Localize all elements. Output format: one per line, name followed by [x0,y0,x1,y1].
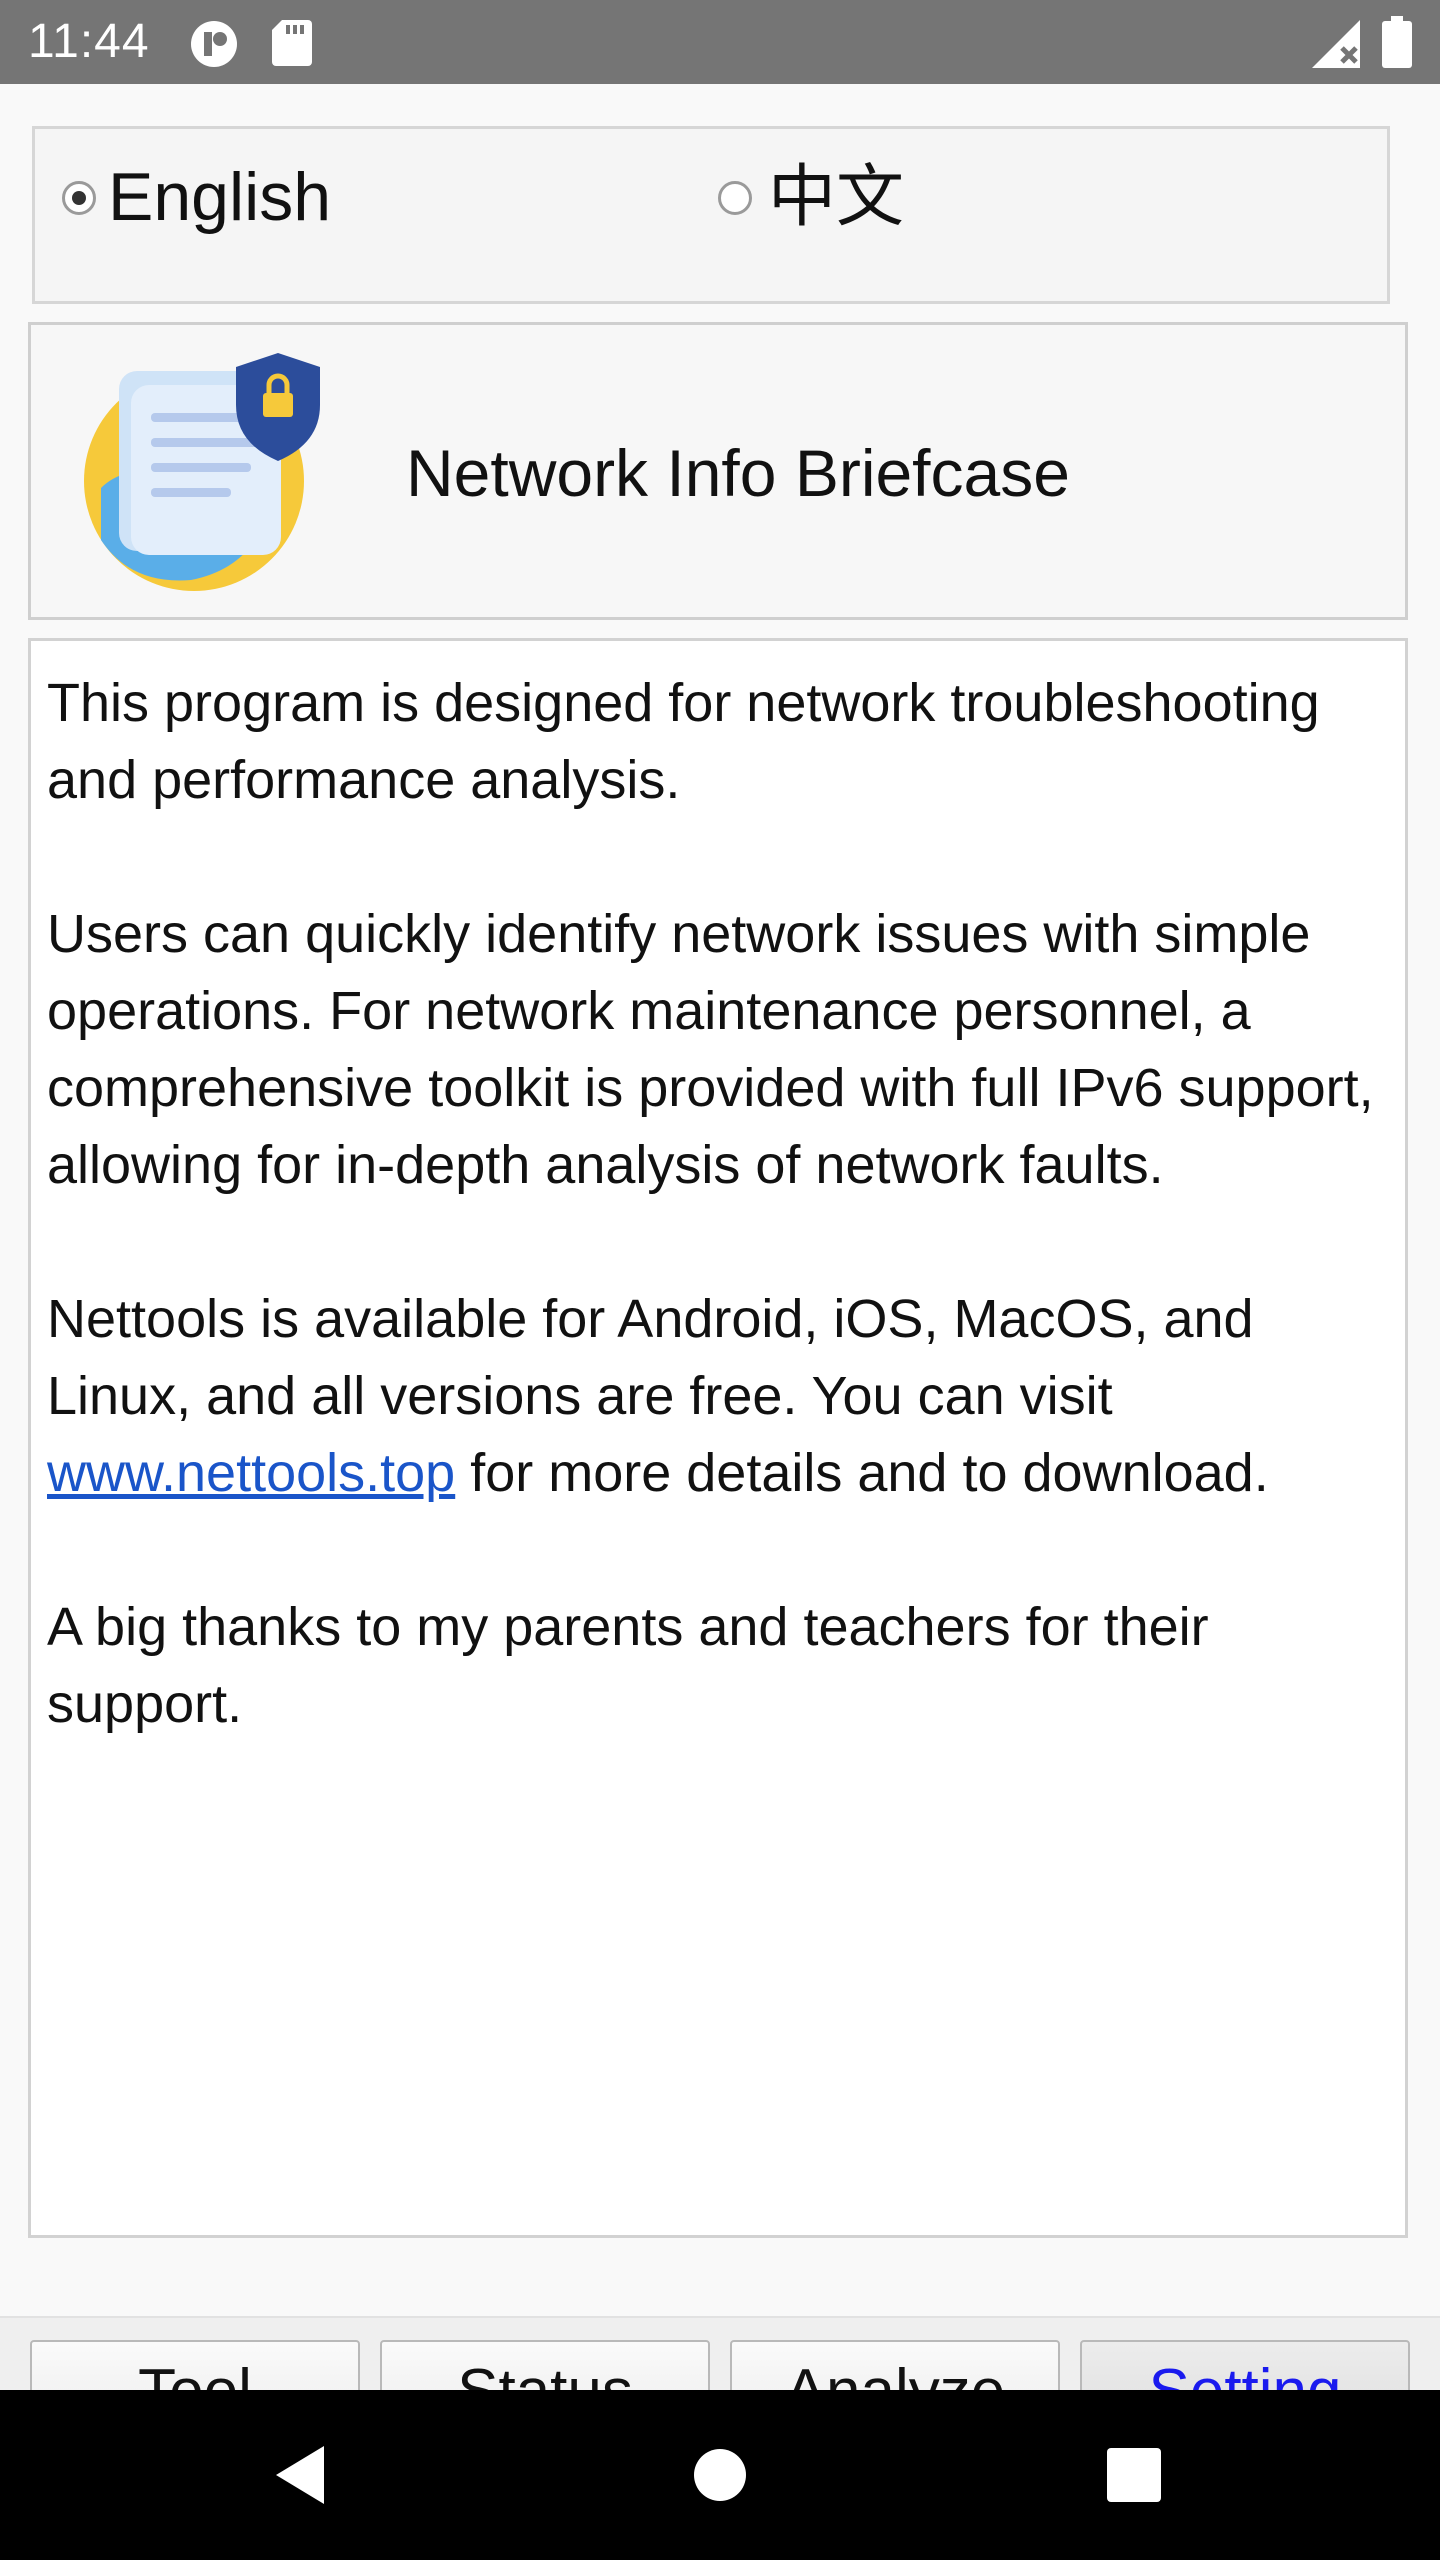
paragraph-3-text-start: Nettools is available for Android, iOS, … [47,1289,1254,1426]
home-icon[interactable] [693,2448,747,2502]
signal-off-icon [1312,20,1360,68]
description-panel: This program is designed for network tro… [28,638,1408,2238]
nettools-website-link[interactable]: www.nettools.top [47,1443,455,1503]
description-paragraph-4: A big thanks to my parents and teachers … [47,1597,1209,1734]
radio-english-label[interactable]: English [108,157,331,237]
description-paragraph-1: This program is designed for network tro… [47,673,1320,810]
status-time: 11:44 [28,15,150,68]
radio-chinese[interactable] [718,181,752,215]
app-title: Network Info Briefcase [406,436,1070,510]
radio-chinese-label[interactable]: 中文 [768,157,904,237]
navigation-bar [0,2390,1440,2560]
app-content: English 中文 Network Info Briefcase This p… [0,84,1440,2474]
paragraph-3-text-end: for more details and to download. [455,1443,1269,1503]
battery-icon [1382,16,1412,68]
status-bar: 11:44 [0,0,1440,84]
recents-icon[interactable] [1107,2448,1161,2502]
language-selector: English 中文 [32,126,1390,304]
description-paragraph-2: Users can quickly identify network issue… [47,904,1374,1195]
description-paragraph-3: Nettools is available for Android, iOS, … [47,1281,1389,1512]
app-status-icon [191,21,237,67]
back-icon[interactable] [270,2442,330,2508]
app-header: Network Info Briefcase [28,322,1408,620]
document-shield-logo-icon [84,353,320,591]
radio-english[interactable] [62,181,96,215]
sd-card-icon [272,20,312,66]
